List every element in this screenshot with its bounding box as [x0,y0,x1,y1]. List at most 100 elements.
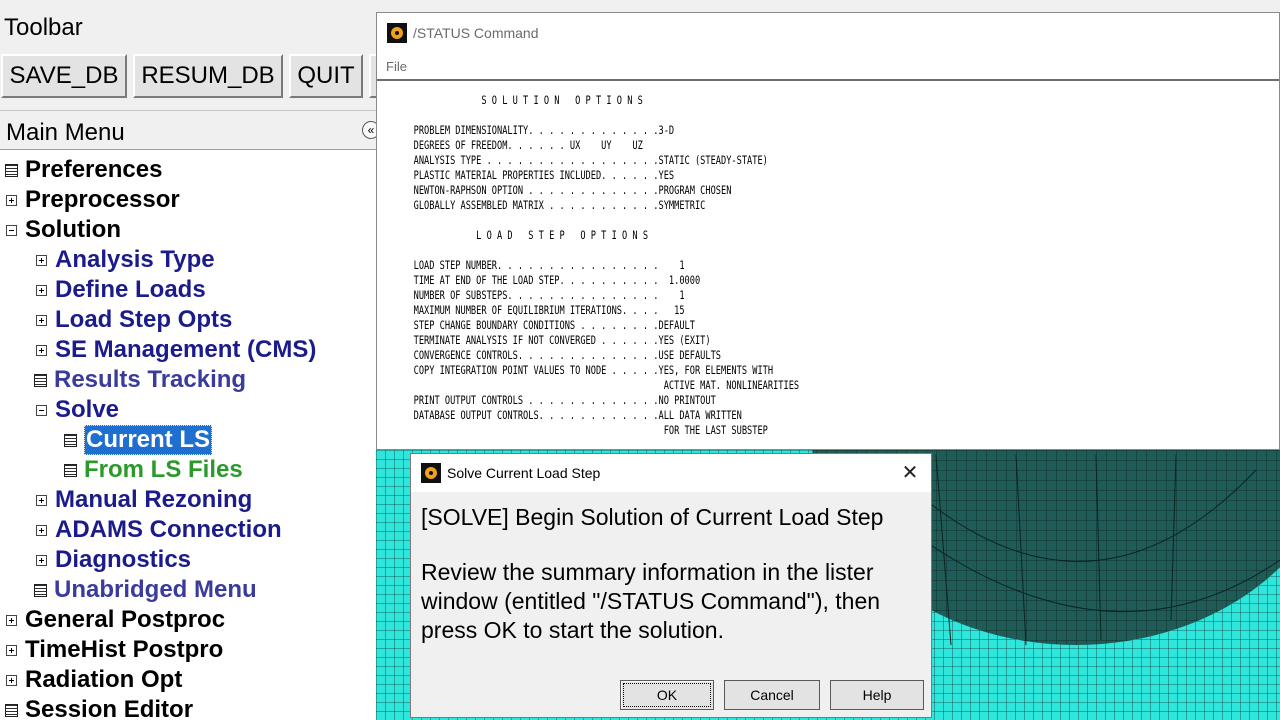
collapse-icon[interactable]: « [362,121,376,139]
status-listing-line: GLOBALLY ASSEMBLED MATRIX . . . . . . . … [398,199,706,212]
expand-icon[interactable] [36,284,47,296]
menu-item-from-ls-files[interactable]: From LS Files [64,455,243,485]
dialog-message-line: press OK to start the solution. [421,617,724,643]
file-menu[interactable]: File [386,59,407,74]
dialog-title: Solve Current Load Step [447,465,601,481]
help-button[interactable]: Help [830,680,924,710]
menu-item-label: TimeHist Postpro [25,636,224,663]
ansys-app-icon [387,23,407,43]
toolbar-title: Toolbar [4,14,83,41]
save-db-button[interactable]: SAVE_DB [1,54,127,98]
status-listing-line: PLASTIC MATERIAL PROPERTIES INCLUDED. . … [398,169,675,182]
status-listing-line: ANALYSIS TYPE . . . . . . . . . . . . . … [398,154,768,167]
toolbar-overflow-button[interactable] [369,54,376,98]
status-listing-line: NUMBER OF SUBSTEPS. . . . . . . . . . . … [398,289,685,302]
cancel-button[interactable]: Cancel [724,680,820,710]
menu-item-radiation-opt[interactable]: Radiation Opt [6,665,182,695]
status-listing-line [398,108,799,123]
menu-item-general-postproc[interactable]: General Postproc [6,605,225,635]
calculator-icon [64,463,77,477]
menu-item-label: Preferences [25,156,163,183]
calculator-icon [34,373,47,387]
toolbar: Toolbar SAVE_DB RESUM_DB QUIT [0,12,376,110]
status-listing-line [398,213,799,228]
ok-button[interactable]: OK [620,680,714,710]
menu-item-se-management[interactable]: SE Management (CMS) [36,335,316,365]
menu-item-analysis-type[interactable]: Analysis Type [36,245,215,275]
status-listing-line: LOAD STEP NUMBER. . . . . . . . . . . . … [398,259,685,272]
status-listing: S O L U T I O N O P T I O N S PROBLEM DI… [377,79,1279,451]
menu-item-preprocessor[interactable]: Preprocessor [6,185,180,215]
status-listing-line: DEGREES OF FREEDOM. . . . . . UX UY UZ [398,139,643,152]
dialog-message-line: window (entitled "/STATUS Command"), the… [421,588,881,614]
expand-icon[interactable] [36,314,47,326]
menu-item-label: SE Management (CMS) [55,336,317,363]
menu-item-label: Define Loads [55,276,206,303]
menu-item-label: Preprocessor [25,186,180,213]
main-menu-header: Main Menu « [0,110,376,150]
menu-item-adams-connection[interactable]: ADAMS Connection [36,515,282,545]
expand-icon[interactable] [36,554,47,566]
menu-item-label: Solution [25,216,121,243]
menu-item-label: From LS Files [84,456,243,483]
menu-item-define-loads[interactable]: Define Loads [36,275,206,305]
collapse-node-icon[interactable] [36,404,47,416]
main-menu-title: Main Menu [6,119,125,146]
menu-item-label: Manual Rezoning [55,486,253,513]
quit-button[interactable]: QUIT [289,54,363,98]
menu-item-preferences[interactable]: Preferences [5,155,162,185]
calculator-icon [34,583,47,597]
status-listing-line: TERMINATE ANALYSIS IF NOT CONVERGED . . … [398,334,711,347]
status-listing-line: PRINT OUTPUT CONTROLS . . . . . . . . . … [398,394,716,407]
menu-item-label: Load Step Opts [55,306,233,333]
status-listing-line: STEP CHANGE BOUNDARY CONDITIONS . . . . … [398,319,695,332]
expand-icon[interactable] [6,674,17,686]
expand-icon[interactable] [6,194,17,206]
close-icon[interactable]: ✕ [899,460,921,486]
resume-db-button[interactable]: RESUM_DB [133,54,283,98]
menu-item-results-tracking[interactable]: Results Tracking [34,365,246,395]
menu-item-solve[interactable]: Solve [36,395,119,425]
status-listing-line [398,243,799,258]
dialog-message-line: Review the summary information in the li… [421,559,874,585]
menu-item-label: General Postproc [25,606,226,633]
menu-item-label: Current LS [84,425,213,455]
dialog-message: Review the summary information in the li… [421,558,926,645]
menu-item-timehist-postpro[interactable]: TimeHist Postpro [6,635,223,665]
menu-item-session-editor[interactable]: Session Editor [5,695,193,720]
status-listing-line: S O L U T I O N O P T I O N S [398,94,643,107]
menu-item-diagnostics[interactable]: Diagnostics [36,545,191,575]
expand-icon[interactable] [6,644,17,656]
menu-item-label: ADAMS Connection [55,516,282,543]
dialog-heading: [SOLVE] Begin Solution of Current Load S… [421,504,884,530]
status-listing-text: S O L U T I O N O P T I O N S PROBLEM DI… [398,93,800,438]
status-window-menubar: File [377,53,1279,77]
ansys-app-icon [421,463,441,483]
menu-item-current-ls[interactable]: Current LS [64,425,213,455]
expand-icon[interactable] [36,524,47,536]
menu-item-manual-rezoning[interactable]: Manual Rezoning [36,485,252,515]
calculator-icon [5,163,18,177]
status-window-titlebar[interactable]: /STATUS Command [377,13,1279,53]
status-listing-line: DATABASE OUTPUT CONTROLS. . . . . . . . … [398,409,742,422]
expand-icon[interactable] [36,254,47,266]
status-listing-line: COPY INTEGRATION POINT VALUES TO NODE . … [398,364,774,377]
status-listing-line: FOR THE LAST SUBSTEP [398,424,768,437]
menu-item-label: Session Editor [25,696,194,720]
expand-icon[interactable] [6,614,17,626]
solve-current-load-step-dialog: Solve Current Load Step ✕ [SOLVE] Begin … [410,453,932,718]
calculator-icon [5,703,18,717]
menu-item-label: Diagnostics [55,546,192,573]
menu-item-load-step-opts[interactable]: Load Step Opts [36,305,232,335]
collapse-node-icon[interactable] [6,224,17,236]
status-listing-line: L O A D S T E P O P T I O N S [398,229,649,242]
menu-item-label: Radiation Opt [25,666,183,693]
expand-icon[interactable] [36,494,47,506]
menu-item-unabridged-menu[interactable]: Unabridged Menu [34,575,257,605]
menu-item-label: Solve [55,396,120,423]
status-listing-line: TIME AT END OF THE LOAD STEP. . . . . . … [398,274,701,287]
expand-icon[interactable] [36,344,47,356]
calculator-icon [64,433,77,447]
menu-item-solution[interactable]: Solution [6,215,121,245]
dialog-titlebar[interactable]: Solve Current Load Step [411,454,931,492]
